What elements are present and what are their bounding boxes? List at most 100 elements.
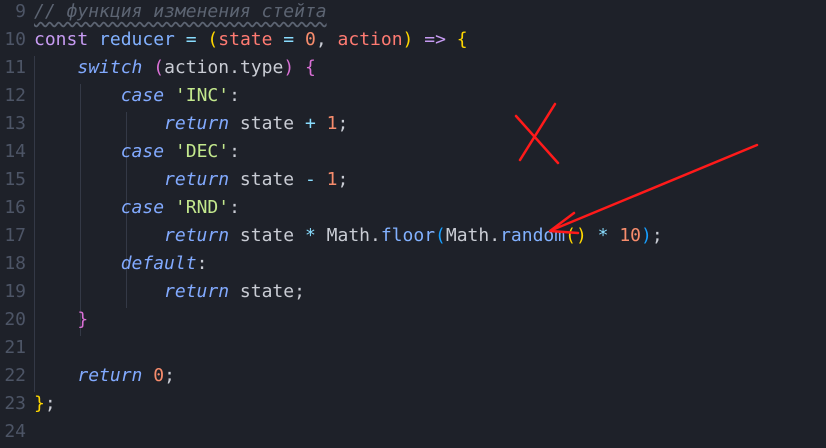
line-number: 23 [4, 393, 26, 414]
code-token: : [196, 253, 208, 274]
code-token: Math [445, 225, 490, 246]
code-token: action [164, 57, 230, 78]
code-token: : [229, 141, 240, 162]
code-token: ; [294, 281, 305, 302]
code-token: . [489, 225, 501, 246]
code-token: 10 [619, 225, 642, 246]
code-token: case [120, 197, 165, 218]
code-token: 1 [326, 113, 338, 134]
code-text: default: [34, 250, 208, 278]
code-text: }; [34, 390, 56, 418]
line-number: 18 [4, 253, 26, 274]
code-token: ( [153, 57, 165, 78]
code-token: state [239, 225, 295, 246]
code-token: ( [435, 225, 446, 246]
line-number: 20 [4, 309, 26, 330]
code-token: // функция изменения стейта [34, 1, 327, 22]
code-token: ( [207, 29, 219, 50]
code-token: 'DEC' [174, 141, 230, 162]
code-token: return [164, 281, 230, 302]
line-number: 22 [4, 365, 26, 386]
line-number: 16 [4, 197, 26, 218]
code-token: => [424, 29, 446, 50]
code-token: 0 [153, 365, 165, 386]
code-line[interactable]: 23}; [0, 390, 826, 418]
code-token: floor [380, 225, 436, 246]
code-token: ) [641, 225, 652, 246]
code-token: return [164, 113, 230, 134]
code-line[interactable]: 24 [0, 418, 826, 446]
code-line[interactable]: 11 switch (action.type) { [0, 54, 826, 82]
code-token: return [164, 225, 230, 246]
code-token: default [120, 253, 197, 274]
code-text: switch (action.type) { [34, 54, 315, 82]
code-token: - [304, 169, 316, 190]
code-line[interactable]: 9 // функция изменения стейта [0, 0, 826, 26]
code-line[interactable]: 10 const reducer = (state = 0, action) =>… [0, 26, 826, 54]
code-token: random [500, 225, 566, 246]
code-line[interactable]: 15 return state - 1; [0, 166, 826, 194]
code-token: . [370, 225, 381, 246]
code-token: ) [402, 29, 414, 50]
code-token: * [597, 225, 609, 246]
code-token: + [304, 113, 316, 134]
code-token: = [283, 29, 295, 50]
code-line[interactable]: 17 return state * Math.floor(Math.random… [0, 222, 826, 250]
code-token: . [229, 57, 240, 78]
code-line[interactable]: 13 return state + 1; [0, 110, 826, 138]
code-line[interactable]: 16 case 'RND': [0, 194, 826, 222]
code-token: case [120, 141, 165, 162]
line-number: 13 [4, 113, 26, 134]
code-text: return state * Math.floor(Math.random() … [34, 222, 663, 250]
code-token: 'INC' [174, 85, 230, 106]
code-token: : [229, 197, 240, 218]
code-token: switch [77, 57, 143, 78]
code-line[interactable]: 21 [0, 334, 826, 362]
code-token: : [229, 85, 240, 106]
code-text: } [34, 306, 88, 334]
code-editor[interactable]: 9// функция изменения стейта 10 const redu… [0, 0, 826, 448]
code-text: return state; [34, 278, 305, 306]
line-number: 15 [4, 169, 26, 190]
code-line[interactable]: 18 default: [0, 250, 826, 278]
code-token: Math [326, 225, 370, 246]
code-token: ; [337, 169, 349, 190]
code-token: state [239, 169, 295, 190]
code-token: { [456, 29, 468, 50]
code-token: * [304, 225, 316, 246]
code-line[interactable]: 12 case 'INC': [0, 82, 826, 110]
code-token: return [164, 169, 230, 190]
code-line[interactable]: 20 } [0, 306, 826, 334]
code-token: ; [44, 393, 56, 414]
code-token: case [120, 85, 165, 106]
line-number: 21 [4, 337, 26, 358]
code-text: case 'INC': [34, 82, 240, 110]
code-text: case 'DEC': [34, 138, 240, 166]
line-number: 24 [4, 421, 26, 442]
code-token: , [315, 29, 338, 50]
code-line[interactable]: 14 case 'DEC': [0, 138, 826, 166]
code-line[interactable]: 22 return 0; [0, 362, 826, 390]
code-token: type [239, 57, 284, 78]
code-line[interactable]: 19 return state; [0, 278, 826, 306]
code-token: 0 [304, 29, 316, 50]
